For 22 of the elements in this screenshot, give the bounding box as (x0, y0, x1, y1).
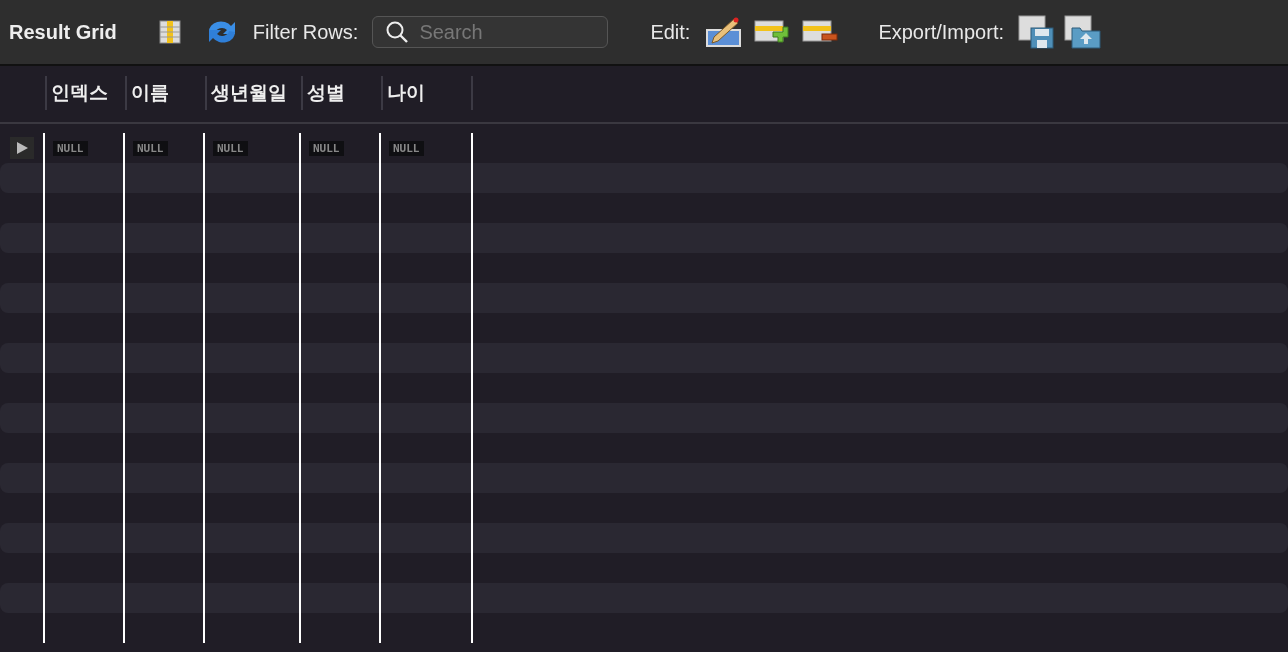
search-input[interactable]: Search (417, 19, 592, 45)
edit-label: Edit: (650, 20, 691, 44)
null-value: NULL (213, 140, 248, 156)
save-grid-icon[interactable] (1018, 15, 1056, 49)
column-header[interactable]: 이름 (131, 80, 169, 106)
pencil-icon[interactable] (706, 17, 743, 47)
column-header[interactable]: 나이 (387, 80, 425, 106)
column-header[interactable]: 생년월일 (211, 80, 287, 106)
filter-label: Filter Rows: (252, 20, 359, 44)
null-value: NULL (309, 140, 344, 156)
search-field[interactable]: Search (372, 16, 609, 48)
toolbar-title: Result Grid (9, 20, 117, 44)
column-header[interactable]: 인덱스 (51, 80, 108, 106)
column-header[interactable]: 성별 (307, 80, 345, 106)
export-import-label: Export/Import: (878, 20, 1004, 44)
null-value: NULL (389, 140, 424, 156)
null-value: NULL (53, 140, 88, 156)
add-row-icon[interactable] (754, 18, 791, 46)
folder-upload-icon[interactable] (1064, 15, 1102, 49)
null-value: NULL (133, 140, 168, 156)
search-icon (385, 20, 410, 44)
columns-icon[interactable] (156, 19, 183, 45)
